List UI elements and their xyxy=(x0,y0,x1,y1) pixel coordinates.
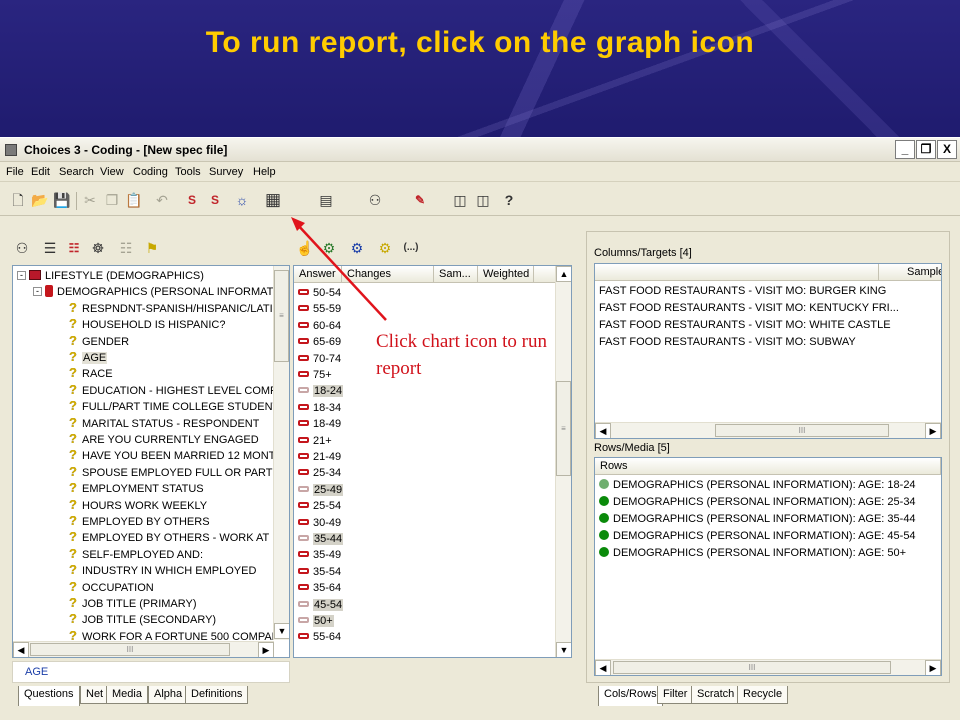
annotation-text: Click chart icon to run report xyxy=(376,331,547,379)
arrow-line xyxy=(295,222,387,321)
